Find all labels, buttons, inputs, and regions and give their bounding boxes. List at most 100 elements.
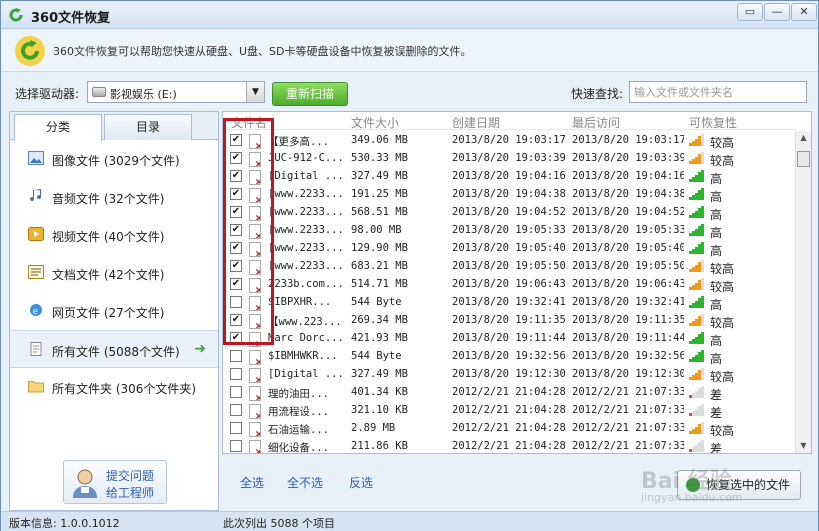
search-label: 快速查找: — [571, 87, 624, 101]
row-checkbox[interactable] — [230, 386, 242, 398]
file-name: [Digital ... — [268, 170, 344, 182]
restore-window-button[interactable]: ▭ — [737, 3, 763, 21]
table-row[interactable]: $IBPXHR... 544 Byte 2013/8/20 19:32:41 2013… — [223, 293, 797, 312]
file-size: 327.49 MB — [351, 368, 408, 380]
table-row[interactable]: 用流程设... 321.10 KB 2012/2/21 21:04:28 2012/2… — [223, 401, 797, 420]
accessed-date: 2012/2/21 21:07:33 — [572, 440, 684, 452]
minimize-button[interactable]: — — [764, 3, 790, 21]
signal-bar — [701, 260, 704, 272]
table-row[interactable]: ✔2233b.com...514.71 MB2013/8/20 19:06:43… — [223, 275, 797, 294]
file-name: $IBPXHR... — [268, 296, 332, 308]
deleted-file-icon — [249, 422, 261, 437]
signal-bars-icon — [689, 152, 705, 164]
app-logo-icon — [9, 8, 23, 22]
file-size: 2.89 MB — [351, 422, 396, 434]
tab-directory[interactable]: 目录 — [104, 114, 192, 140]
header-size[interactable]: 文件大小 — [351, 114, 399, 131]
category-image-files[interactable]: 图像文件 (3029个文件) — [10, 140, 218, 178]
signal-bars-icon — [689, 224, 705, 236]
table-row[interactable]: ✔[www.2233...191.25 MB2013/8/20 19:04:38… — [223, 185, 797, 204]
signal-bar — [701, 332, 704, 344]
signal-bars-icon — [689, 278, 705, 290]
header-created[interactable]: 创建日期 — [452, 114, 500, 131]
table-row[interactable]: ✔JUC-912-C...530.33 MB2013/8/20 19:03:39… — [223, 149, 797, 168]
feedback-button[interactable]: 提交问题 给工程师 — [63, 460, 167, 504]
signal-bars-icon — [689, 188, 705, 200]
category-audio-files[interactable]: 音频文件 (32个文件) — [10, 178, 218, 216]
rescan-button[interactable]: 重新扫描 — [272, 82, 348, 106]
file-name: [www.2233... — [268, 260, 344, 272]
table-row[interactable]: $IBMHWKR... 544 Byte 2013/8/20 19:32:56 201… — [223, 347, 797, 366]
signal-bars-icon — [689, 404, 705, 416]
file-size: 544 Byte — [351, 296, 402, 308]
accessed-date: 2013/8/20 19:06:43 — [572, 278, 684, 290]
table-row[interactable]: ✔[Digital ...327.49 MB2013/8/20 19:04:16… — [223, 167, 797, 186]
all-files-icon — [30, 342, 42, 356]
table-row[interactable]: ✔[www.2233...683.21 MB2013/8/20 19:05:50… — [223, 257, 797, 276]
deleted-file-icon — [249, 350, 261, 365]
document-file-icon — [28, 265, 44, 279]
category-label: 文档文件 (42个文件) — [52, 268, 165, 282]
signal-bars-icon — [689, 170, 705, 182]
category-all-folders[interactable]: 所有文件夹 (306个文件夹) — [10, 368, 218, 406]
tab-bar: 分类 目录 — [10, 112, 218, 141]
table-row[interactable]: ✔[www.2233...129.90 MB2013/8/20 19:05:40… — [223, 239, 797, 258]
search-input[interactable] — [629, 81, 807, 103]
table-row[interactable]: [Digital ... 327.49 MB 2013/8/20 19:12:30 2… — [223, 365, 797, 384]
deleted-file-icon — [249, 386, 261, 401]
table-row[interactable]: ✔[www.2233...568.51 MB2013/8/20 19:04:52… — [223, 203, 797, 222]
select-none-link[interactable]: 全不选 — [287, 474, 323, 491]
drive-select[interactable]: 影视娱乐 (E:) ▼ — [87, 81, 265, 103]
table-row[interactable]: 石油运输... 2.89 MB 2012/2/21 21:04:28 2012/2/2… — [223, 419, 797, 438]
table-row[interactable]: 理的油田... 401.34 KB 2012/2/21 21:04:28 2012/2… — [223, 383, 797, 402]
created-date: 2013/8/20 19:05:33 — [452, 224, 566, 236]
table-row[interactable]: ✔[www.2233...98.00 MB2013/8/20 19:05:332… — [223, 221, 797, 240]
category-video-files[interactable]: 视频文件 (40个文件) — [10, 216, 218, 254]
table-row[interactable]: ✔【www.223...269.34 MB2013/8/20 19:11:352… — [223, 311, 797, 330]
file-size: 401.34 KB — [351, 386, 408, 398]
scroll-down-icon[interactable]: ▼ — [796, 439, 811, 453]
row-checkbox[interactable] — [230, 440, 242, 452]
scroll-up-icon[interactable]: ▲ — [796, 131, 811, 145]
file-list-header: 文件名 文件大小 创建日期 最后访问 可恢复性 — [223, 112, 797, 130]
file-size: 514.71 MB — [351, 278, 408, 290]
hard-drive-icon — [92, 87, 106, 97]
accessed-date: 2013/8/20 19:04:38 — [572, 188, 684, 200]
signal-bar — [701, 404, 704, 416]
invert-selection-link[interactable]: 反选 — [349, 474, 373, 491]
signal-bars-icon — [689, 350, 705, 362]
header-accessed[interactable]: 最后访问 — [572, 114, 620, 131]
category-all-files[interactable]: 所有文件 (5088个文件) ➜ — [10, 330, 218, 368]
signal-bars-icon — [689, 206, 705, 218]
row-checkbox[interactable] — [230, 368, 242, 380]
file-size: 211.86 KB — [351, 440, 408, 452]
close-button[interactable]: ✕ — [791, 3, 817, 21]
row-checkbox[interactable] — [230, 350, 242, 362]
created-date: 2012/2/21 21:04:28 — [452, 422, 566, 434]
signal-bar — [701, 350, 704, 362]
category-document-files[interactable]: 文档文件 (42个文件) — [10, 254, 218, 292]
table-row[interactable]: 细化设备... 211.86 KB 2012/2/21 21:04:28 2012/2… — [223, 437, 797, 453]
created-date: 2013/8/20 19:32:56 — [452, 350, 566, 362]
created-date: 2013/8/20 19:06:43 — [452, 278, 566, 290]
file-name: JUC-912-C... — [268, 152, 344, 164]
chevron-down-icon[interactable]: ▼ — [246, 82, 264, 102]
accessed-date: 2013/8/20 19:03:39 — [572, 152, 684, 164]
file-name: [www.2233... — [268, 188, 344, 200]
table-row[interactable]: ✔【更多高...349.06 MB2013/8/20 19:03:172013/… — [223, 131, 797, 150]
row-checkbox[interactable] — [230, 422, 242, 434]
category-web-files[interactable]: e 网页文件 (27个文件) — [10, 292, 218, 330]
window-title: 360文件恢复 — [31, 11, 111, 26]
tab-category[interactable]: 分类 — [14, 114, 102, 141]
file-name: 【www.223... — [268, 316, 342, 328]
item-count: 此次列出 5088 个项目 — [223, 517, 335, 530]
row-checkbox[interactable] — [230, 404, 242, 416]
category-label: 视频文件 (40个文件) — [52, 230, 165, 244]
header-recoverability[interactable]: 可恢复性 — [689, 114, 737, 131]
select-all-link[interactable]: 全选 — [240, 474, 264, 491]
table-row[interactable]: ✔Marc Dorc...421.93 MB2013/8/20 19:11:44… — [223, 329, 797, 348]
created-date: 2013/8/20 19:11:35 — [452, 314, 566, 326]
scroll-thumb[interactable] — [797, 151, 810, 167]
category-label: 音频文件 (32个文件) — [52, 192, 165, 206]
vertical-scrollbar[interactable]: ▲ ▼ — [795, 131, 811, 453]
